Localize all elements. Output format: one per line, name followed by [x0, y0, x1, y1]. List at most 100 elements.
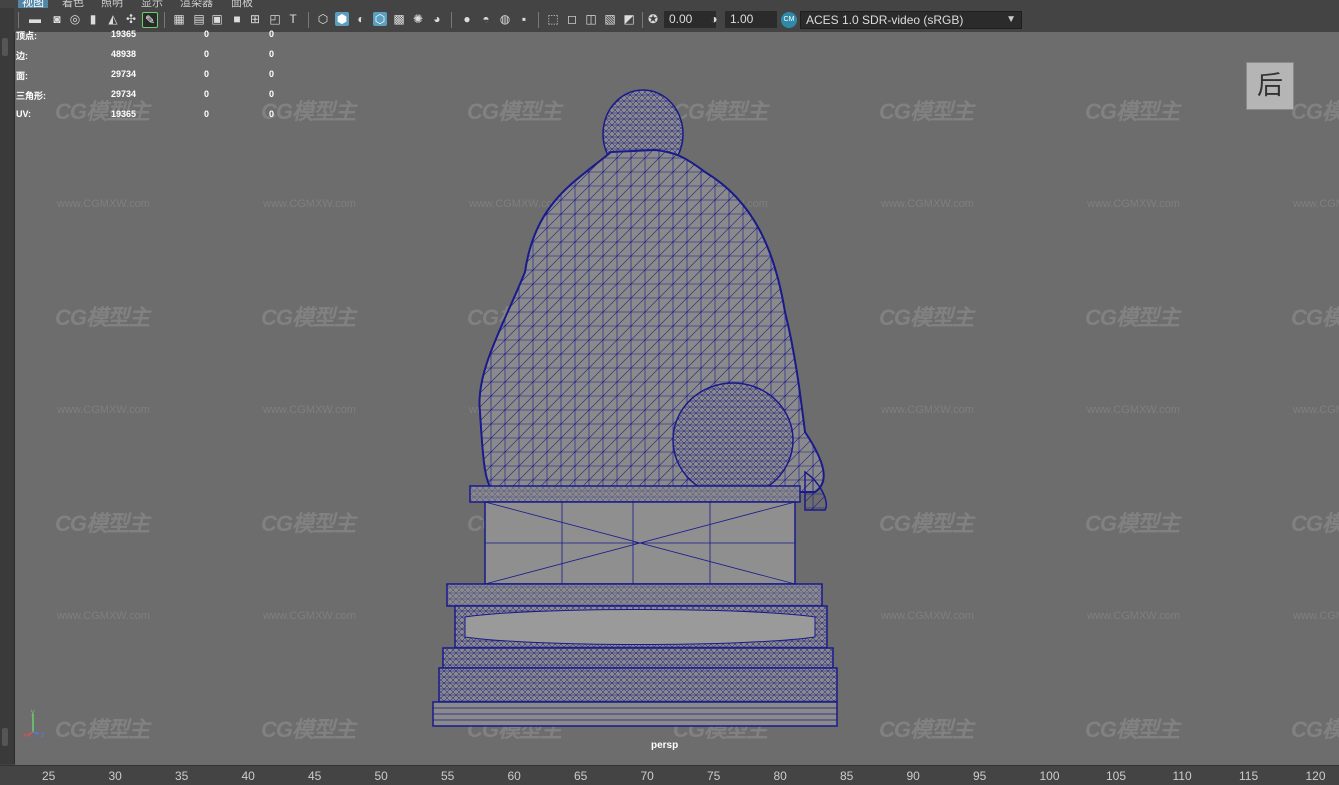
hud-value: 0: [204, 49, 210, 59]
safe-action-icon[interactable]: ◰: [268, 12, 282, 26]
grid-icon[interactable]: ▦: [172, 12, 186, 26]
hud-value: 0: [204, 109, 210, 119]
panel-handle[interactable]: [2, 728, 8, 746]
timeline-tick-label: 25: [42, 769, 56, 783]
axis-indicator: y x z: [23, 710, 45, 738]
xray-components-icon[interactable]: ▧: [603, 12, 617, 26]
two-sided-lighting-icon[interactable]: ◩: [622, 12, 636, 26]
wireframe-icon[interactable]: ⬡: [316, 12, 330, 26]
slab-top-mesh: [470, 486, 800, 502]
timeline-tick-label: 100: [1039, 769, 1060, 783]
xray-icon[interactable]: ◻: [565, 12, 579, 26]
left-edge-strip: [0, 8, 15, 764]
exposure-icon[interactable]: ✪: [646, 12, 660, 26]
view-cube[interactable]: 后: [1246, 62, 1294, 110]
toolbar-separator: [308, 12, 309, 28]
gamma-field[interactable]: 1.00: [725, 11, 777, 28]
anti-aliasing-icon[interactable]: ◍: [498, 12, 512, 26]
camera-lock-icon[interactable]: ◙: [50, 12, 64, 26]
base-layer-2-mesh: [439, 668, 837, 702]
timeline-tick-label: 45: [308, 769, 322, 783]
hud-value: 0: [204, 89, 210, 99]
hud-label: UV:: [16, 109, 32, 119]
two-d-pan-zoom-icon[interactable]: ✣: [124, 12, 138, 26]
safe-title-icon[interactable]: T: [286, 12, 300, 26]
camera-attributes-icon[interactable]: ◎: [68, 12, 82, 26]
use-default-material-icon[interactable]: ◐: [354, 12, 368, 26]
gate-mask-icon[interactable]: ■: [230, 12, 244, 26]
shadows-icon[interactable]: ◕: [430, 12, 444, 26]
camera-icon[interactable]: ▬: [28, 12, 42, 26]
textured-icon[interactable]: ▩: [392, 12, 406, 26]
toolbar-separator: [164, 12, 165, 28]
timeline-tick-label: 70: [640, 769, 654, 783]
timeline-tick-label: 95: [973, 769, 987, 783]
chevron-down-icon: ▼: [1006, 14, 1016, 25]
hud-value: 29734: [111, 89, 137, 99]
base-layer-1-mesh: [443, 648, 833, 668]
hud-value: 0: [204, 69, 210, 79]
hud-value: 0: [269, 29, 275, 39]
hud-label: 三角形:: [16, 91, 46, 101]
camera-label: persp: [651, 740, 679, 751]
timeline-tick-label: 65: [574, 769, 588, 783]
axis-y-label: y: [31, 710, 35, 716]
bag-mesh: [672, 382, 794, 498]
bookmark-icon[interactable]: ▮: [86, 12, 100, 26]
hud-value: 19365: [111, 29, 137, 39]
color-space-value: ACES 1.0 SDR-video (sRGB): [806, 13, 964, 27]
xray-joints-icon[interactable]: ◫: [584, 12, 598, 26]
hud-value: 29734: [111, 69, 137, 79]
hud-value: 0: [269, 69, 275, 79]
timeline-tick-label: 40: [241, 769, 255, 783]
viewport-persp[interactable]: CG模型主CG模型主CG模型主CG模型主CG模型主CG模型主CG模型主CG模型主…: [15, 32, 1339, 765]
hud-value: 0: [204, 29, 210, 39]
hud-value: 19365: [111, 109, 137, 119]
timeline-tick-label: 120: [1305, 769, 1326, 783]
band-panel: [464, 609, 816, 645]
timeline-tick-label: 75: [707, 769, 721, 783]
hud-value: 0: [269, 89, 275, 99]
hud-value: 0: [269, 109, 275, 119]
panel-handle[interactable]: [2, 38, 8, 56]
image-plane-icon[interactable]: ◭: [106, 12, 120, 26]
timeline-tick-label: 50: [374, 769, 388, 783]
toolbar-separator: [538, 12, 539, 28]
smooth-shade-icon[interactable]: ⬢: [335, 12, 349, 26]
timeline-tick-label: 35: [175, 769, 189, 783]
hud-value: 48938: [111, 49, 137, 59]
axis-x-label: x: [23, 732, 27, 738]
film-gate-icon[interactable]: ▤: [192, 12, 206, 26]
isolate-select-icon[interactable]: ⬚: [546, 12, 560, 26]
timeline-tick-label: 85: [840, 769, 854, 783]
color-management-icon[interactable]: CM: [781, 12, 797, 28]
timeline-tick-label: 105: [1106, 769, 1127, 783]
grease-pencil-icon[interactable]: ✎: [142, 12, 158, 28]
time-slider[interactable]: 25 30 35 40 45 50 55 60 65 70 75 80 85 90 95 100 105 110 1…: [0, 765, 1339, 785]
wireframe-model[interactable]: [15, 32, 1339, 765]
lighting-icon[interactable]: ✺: [411, 12, 425, 26]
timeline-tick-label: 110: [1172, 769, 1192, 783]
motion-blur-icon[interactable]: ◓: [479, 12, 493, 26]
slab-mid-mesh: [447, 584, 822, 606]
panel-menu-bar: 视图 着色 照明 显示 渲染器 面板: [0, 0, 1339, 10]
timeline-tick-label: 55: [441, 769, 455, 783]
timeline-tick-label: 90: [906, 769, 920, 783]
color-space-select[interactable]: ACES 1.0 SDR-video (sRGB) ▼: [800, 11, 1022, 29]
axis-z-label: z: [41, 732, 45, 738]
toolbar-separator: [18, 12, 19, 28]
timeline-tick-label: 80: [773, 769, 787, 783]
depth-of-field-icon[interactable]: ▪: [517, 12, 531, 26]
timeline-tick-label: 60: [507, 769, 521, 783]
screen-space-ao-icon[interactable]: ●: [460, 12, 474, 26]
field-chart-icon[interactable]: ⊞: [248, 12, 262, 26]
wireframe-on-shaded-icon[interactable]: ⬡: [373, 12, 387, 26]
hud-label: 面:: [16, 71, 28, 81]
timeline-tick-label: 115: [1239, 769, 1259, 783]
gamma-icon[interactable]: ◑: [707, 12, 721, 26]
hud-value: 0: [269, 49, 275, 59]
resolution-gate-icon[interactable]: ▣: [210, 12, 224, 26]
hud-label: 顶点:: [16, 31, 37, 41]
hud-label: 边:: [16, 51, 28, 61]
timeline-tick-label: 30: [108, 769, 122, 783]
